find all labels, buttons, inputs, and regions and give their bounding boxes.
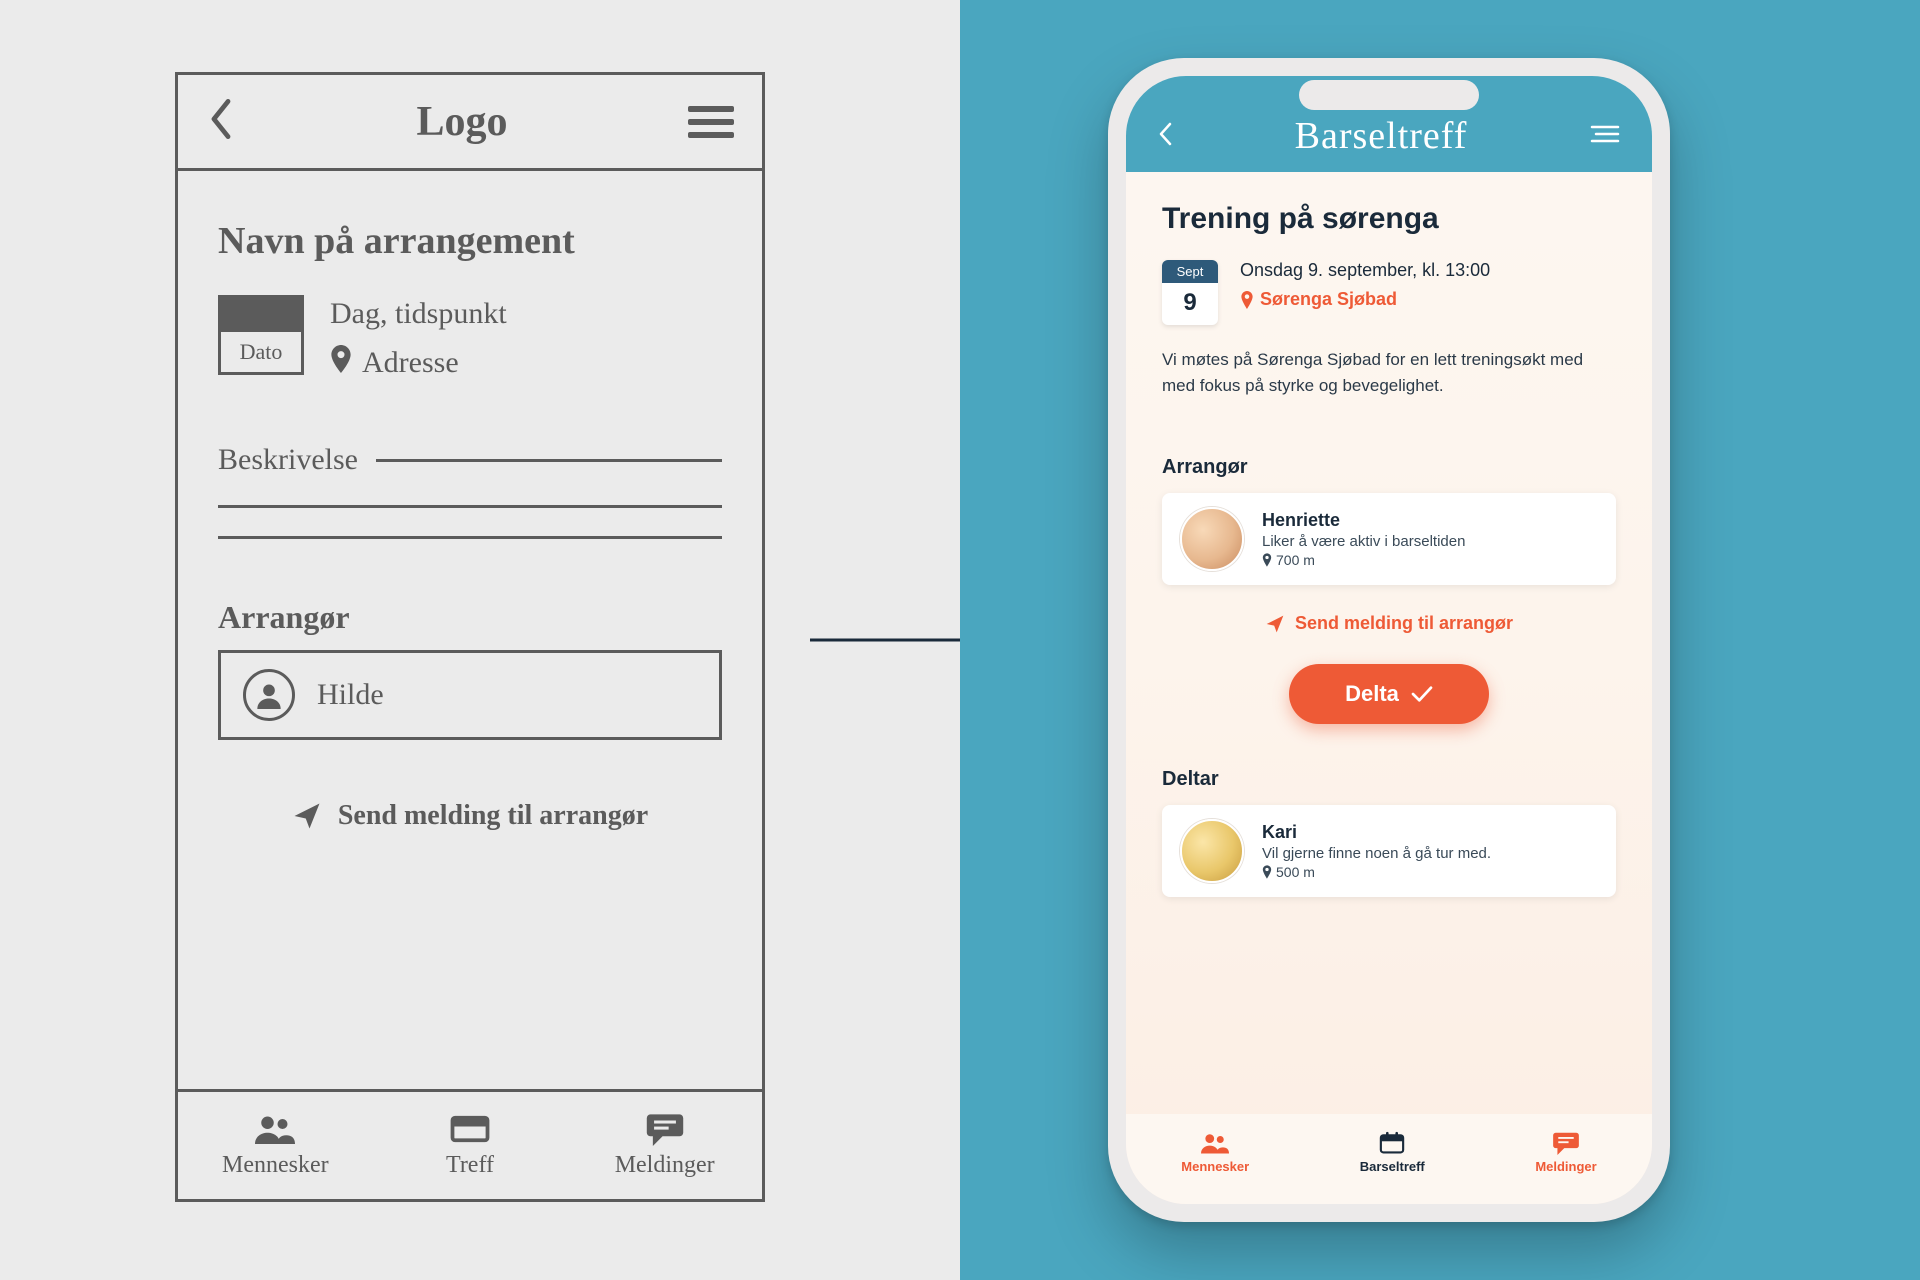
app-body: Trening på sørenga Sept 9 Onsdag 9. sept… bbox=[1126, 172, 1652, 1204]
organizer-name: Henriette bbox=[1262, 510, 1465, 531]
event-description: Vi møtes på Sørenga Sjøbad for en lett t… bbox=[1162, 347, 1616, 398]
participate-label: Delta bbox=[1345, 681, 1399, 707]
description-label: Beskrivelse bbox=[218, 443, 358, 477]
wireframe-header: Logo bbox=[178, 75, 762, 171]
hamburger-icon[interactable] bbox=[1590, 124, 1620, 149]
calendar-badge: Sept 9 bbox=[1162, 260, 1218, 325]
avatar-icon bbox=[243, 669, 295, 721]
participant-name: Kari bbox=[1262, 822, 1491, 843]
organizer-name: Hilde bbox=[317, 678, 384, 712]
tab-meet-label: Treff bbox=[446, 1152, 494, 1179]
tab-people[interactable]: Mennesker bbox=[178, 1092, 373, 1199]
send-message-link[interactable]: Send melding til arrangør bbox=[1162, 613, 1616, 634]
app-brand: Barseltreff bbox=[1295, 114, 1468, 158]
organizer-distance: 700 m bbox=[1262, 552, 1465, 568]
participant-card[interactable]: Kari Vil gjerne finne noen å gå tur med.… bbox=[1162, 805, 1616, 897]
avatar bbox=[1180, 507, 1244, 571]
calendar-day: 9 bbox=[1162, 283, 1218, 325]
send-message-label: Send melding til arrangør bbox=[338, 800, 648, 832]
event-date-row: Sept 9 Onsdag 9. september, kl. 13:00 Sø… bbox=[1162, 260, 1616, 325]
wireframe-body: Navn på arrangement Dato Dag, tidspunkt … bbox=[178, 171, 762, 1089]
phone-notch bbox=[1299, 80, 1479, 110]
tab-messages[interactable]: Meldinger bbox=[1535, 1131, 1596, 1174]
participate-button[interactable]: Delta bbox=[1289, 664, 1489, 724]
calendar-month: Sept bbox=[1162, 260, 1218, 283]
check-icon bbox=[1411, 685, 1433, 703]
participants-label: Deltar bbox=[1162, 768, 1616, 791]
tab-meet-label: Barseltreff bbox=[1360, 1159, 1425, 1174]
back-icon[interactable] bbox=[206, 99, 236, 144]
app-logo: Logo bbox=[416, 98, 507, 146]
phone-mockup: Barseltreff Trening på sørenga Sept 9 On… bbox=[1108, 58, 1670, 1222]
tab-people-label: Mennesker bbox=[1181, 1159, 1249, 1174]
event-address: Adresse bbox=[362, 346, 459, 380]
tab-meet[interactable]: Treff bbox=[373, 1092, 568, 1199]
hamburger-icon[interactable] bbox=[688, 106, 734, 138]
tab-messages-label: Meldinger bbox=[615, 1152, 715, 1179]
tab-people-label: Mennesker bbox=[222, 1152, 329, 1179]
calendar-label: Dato bbox=[221, 332, 301, 372]
back-icon[interactable] bbox=[1158, 122, 1172, 151]
avatar bbox=[1180, 819, 1244, 883]
organizer-bio: Liker å være aktiv i barseltiden bbox=[1262, 533, 1465, 550]
pin-icon bbox=[330, 345, 352, 381]
organizer-card[interactable]: Henriette Liker å være aktiv i barseltid… bbox=[1162, 493, 1616, 585]
participant-distance: 500 m bbox=[1262, 864, 1491, 880]
wireframe-phone: Logo Navn på arrangement Dato Dag, tidsp… bbox=[175, 72, 765, 1202]
tab-people[interactable]: Mennesker bbox=[1181, 1131, 1249, 1174]
tab-messages[interactable]: Meldinger bbox=[567, 1092, 762, 1199]
participant-bio: Vil gjerne finne noen å gå tur med. bbox=[1262, 845, 1491, 862]
event-title: Trening på sørenga bbox=[1162, 202, 1616, 236]
event-title: Navn på arrangement bbox=[218, 219, 722, 263]
tab-messages-label: Meldinger bbox=[1535, 1159, 1596, 1174]
organizer-card[interactable]: Hilde bbox=[218, 650, 722, 740]
event-location-text: Sørenga Sjøbad bbox=[1260, 289, 1397, 310]
event-daytime: Dag, tidspunkt bbox=[330, 297, 507, 331]
send-message-link[interactable]: Send melding til arrangør bbox=[218, 800, 722, 832]
event-date-row: Dato Dag, tidspunkt Adresse bbox=[218, 295, 722, 381]
event-when: Onsdag 9. september, kl. 13:00 bbox=[1240, 260, 1490, 281]
app-bottom-nav: Mennesker Barseltreff Meldinger bbox=[1126, 1114, 1652, 1204]
organizer-label: Arrangør bbox=[1162, 456, 1616, 479]
send-message-label: Send melding til arrangør bbox=[1295, 613, 1513, 634]
app-screen: Barseltreff Trening på sørenga Sept 9 On… bbox=[1126, 76, 1652, 1204]
tab-meet[interactable]: Barseltreff bbox=[1360, 1131, 1425, 1174]
event-location[interactable]: Sørenga Sjøbad bbox=[1240, 289, 1490, 310]
organizer-label: Arrangør bbox=[218, 599, 722, 636]
wireframe-bottom-nav: Mennesker Treff Meldinger bbox=[178, 1089, 762, 1199]
calendar-icon: Dato bbox=[218, 295, 304, 375]
